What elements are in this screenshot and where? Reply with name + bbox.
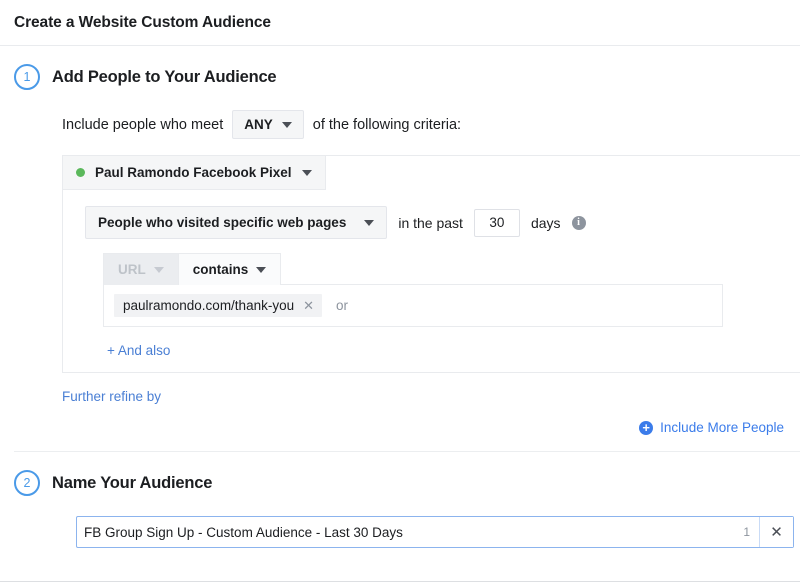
chevron-down-icon <box>256 267 267 273</box>
include-suffix-label: of the following criteria: <box>312 116 462 133</box>
retention-days-input[interactable] <box>473 208 520 237</box>
clear-audience-name-button[interactable]: ✕ <box>759 517 793 547</box>
include-prefix-label: Include people who meet <box>62 116 224 133</box>
pixel-name-label: Paul Ramondo Facebook Pixel <box>95 165 292 180</box>
retention-suffix-label: days <box>530 214 561 231</box>
rule-body: People who visited specific web pages in… <box>63 190 800 372</box>
match-operator-dropdown[interactable]: ANY <box>232 110 304 139</box>
or-label: or <box>336 298 349 313</box>
retention-prefix-label: in the past <box>398 214 463 231</box>
rule-event-row: People who visited specific web pages in… <box>85 206 800 239</box>
event-type-dropdown[interactable]: People who visited specific web pages <box>85 206 388 239</box>
matcher-tab-strip: URL contains <box>103 253 723 285</box>
chevron-down-icon <box>153 267 164 273</box>
pixel-status-dot-icon <box>76 168 85 177</box>
match-operator-value: ANY <box>244 117 273 132</box>
plus-circle-icon: + <box>639 420 654 435</box>
audience-name-input[interactable] <box>77 517 740 547</box>
url-value-token: paulramondo.com/thank-you ✕ <box>114 294 323 317</box>
url-value-text: paulramondo.com/thank-you <box>123 298 295 313</box>
step1-header: 1 Add People to Your Audience <box>14 64 800 90</box>
step2-header: 2 Name Your Audience <box>14 470 800 496</box>
include-more-people-label: Include More People <box>660 420 784 435</box>
operator-value: contains <box>192 262 249 277</box>
further-refine-link[interactable]: Further refine by <box>62 389 161 404</box>
audience-name-row: 1 ✕ <box>76 516 794 548</box>
criteria-operator-row: Include people who meet ANY of the follo… <box>62 110 800 139</box>
url-field-label: URL <box>118 262 146 277</box>
and-also-link[interactable]: + And also <box>107 343 170 358</box>
info-icon[interactable]: i <box>571 215 586 230</box>
url-field-dropdown: URL <box>103 253 179 285</box>
url-matcher: URL contains paulramondo.com/thank-you ✕ <box>103 253 723 327</box>
section-name-audience: 2 Name Your Audience 1 ✕ <box>0 452 800 548</box>
include-more-people-button[interactable]: + Include More People <box>639 420 784 435</box>
step-number-1: 1 <box>14 64 40 90</box>
step-number-2: 2 <box>14 470 40 496</box>
chevron-down-icon <box>364 220 375 226</box>
chevron-down-icon <box>281 122 292 128</box>
create-website-custom-audience-dialog: Create a Website Custom Audience 1 Add P… <box>0 0 800 582</box>
dialog-header: Create a Website Custom Audience <box>0 0 800 46</box>
page-title: Create a Website Custom Audience <box>14 13 271 31</box>
rule-card: Paul Ramondo Facebook Pixel People who v… <box>62 155 800 373</box>
operator-dropdown[interactable]: contains <box>178 253 282 285</box>
url-value-field[interactable]: paulramondo.com/thank-you ✕ or <box>103 284 723 327</box>
pixel-source-dropdown[interactable]: Paul Ramondo Facebook Pixel <box>62 155 326 190</box>
chevron-down-icon <box>301 170 312 176</box>
step2-title: Name Your Audience <box>52 473 213 492</box>
audience-name-counter: 1 <box>743 525 750 539</box>
include-more-row: + Include More People <box>14 420 792 435</box>
step1-title: Add People to Your Audience <box>52 67 277 86</box>
event-type-value: People who visited specific web pages <box>98 215 347 230</box>
section-add-people: 1 Add People to Your Audience Include pe… <box>0 46 800 452</box>
remove-token-icon[interactable]: ✕ <box>303 299 314 312</box>
